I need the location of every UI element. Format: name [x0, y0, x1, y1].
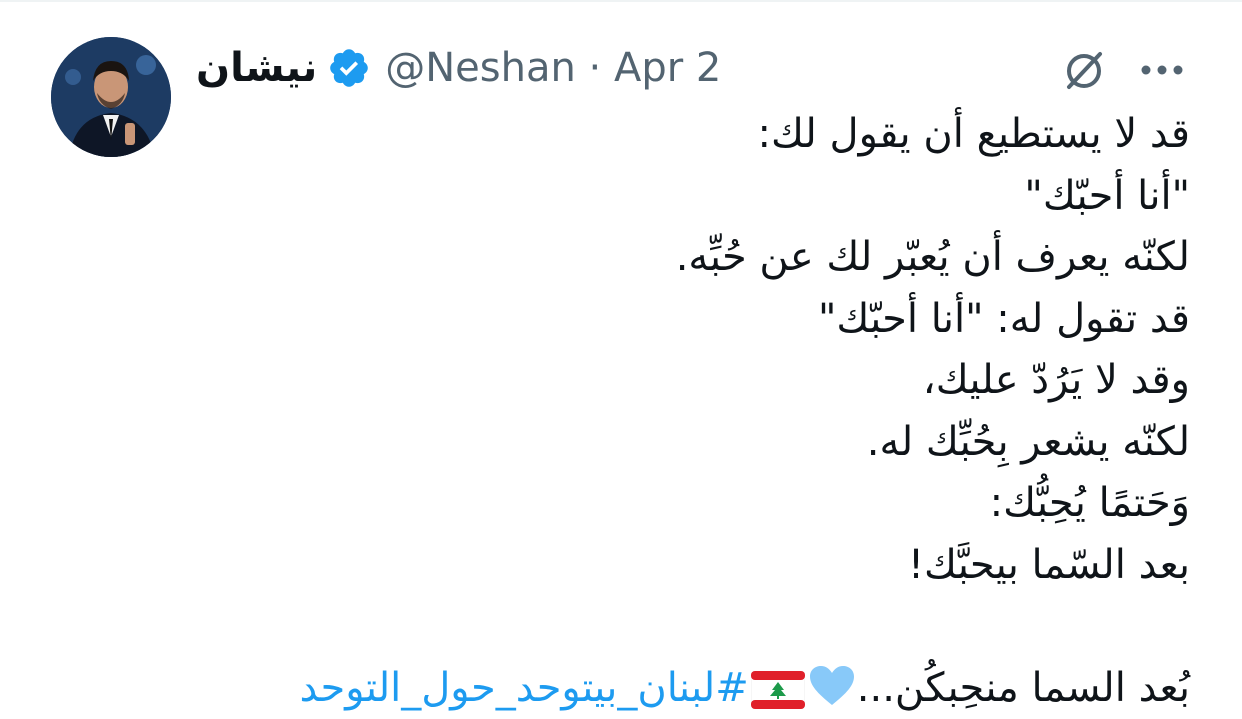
more-options-button[interactable]: [1134, 44, 1190, 96]
tweet-line: قد لا يستطيع أن يقول لك:: [757, 111, 1190, 157]
light-blue-heart-icon: [809, 664, 855, 719]
tweet-line: "أنا أحبّك": [1024, 172, 1190, 219]
more-dots-icon: [1141, 65, 1183, 75]
display-name[interactable]: نيشان: [196, 45, 317, 91]
tweet-text-segment: بُعد السما منحِبكُن...: [856, 664, 1190, 711]
grok-icon: [1067, 52, 1102, 89]
verified-badge-icon: [327, 46, 371, 90]
tweet-line: قد تقول له: "أنا أحبّك": [817, 295, 1190, 342]
hashtag-link[interactable]: #لبنان_بيتوحد_حول_التوحد: [299, 665, 748, 711]
tweet-line: لكنّه يعرف أن يُعبّر لك عن حُبِّه.: [675, 234, 1190, 280]
tweet-last-line: بُعد السما منحِبكُن... #لبنان_بيتوحد_حول_…: [190, 658, 1190, 719]
lebanon-flag-icon: [750, 666, 806, 719]
tweet[interactable]: نيشان @Neshan · Apr 2 قد لا يستطيع أن يق…: [0, 0, 1242, 719]
tweet-line: لكنّه يشعر بِحُبِّك له.: [866, 418, 1190, 465]
grok-button[interactable]: [1058, 44, 1110, 96]
handle-and-date[interactable]: @Neshan · Apr 2: [385, 45, 721, 91]
divider: [0, 0, 1242, 2]
tweet-text: قد لا يستطيع أن يقول لك: "أنا أحبّك" لكن…: [190, 104, 1190, 719]
avatar-photo: [51, 37, 171, 157]
avatar[interactable]: [51, 37, 171, 157]
tweet-header: نيشان @Neshan · Apr 2: [196, 40, 721, 96]
tweet-line: وقد لا يَرُدّ عليك،: [922, 357, 1190, 403]
tweet-line: بعد السّما بيحبَّك!: [908, 541, 1190, 588]
tweet-line: وَحَتمًا يُحِبُّك:: [989, 480, 1190, 526]
